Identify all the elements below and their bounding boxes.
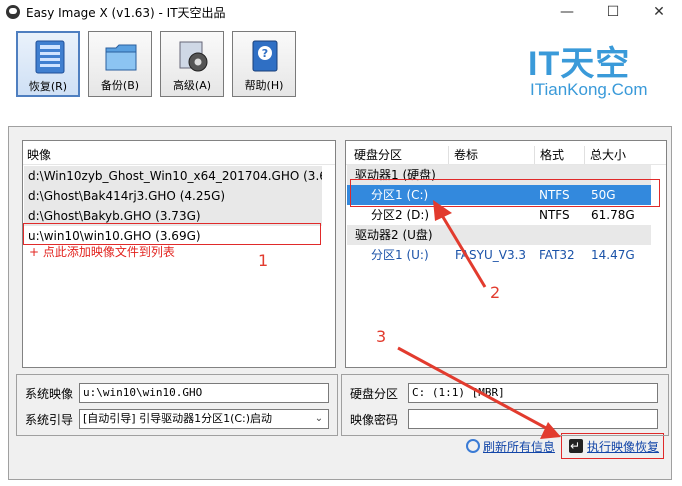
size-column-header: 总大小 bbox=[590, 148, 627, 162]
title-bar: Easy Image X (v1.63) - IT天空出品 — ☐ ✕ bbox=[0, 0, 682, 24]
image-list[interactable]: 映像 d:\Win10zyb_Ghost_Win10_x64_201704.GH… bbox=[22, 140, 336, 368]
column-divider bbox=[448, 146, 449, 164]
image-list-item[interactable]: d:\Ghost\Bak414rj3.GHO (4.25G) bbox=[24, 186, 322, 206]
image-list-header: 映像 bbox=[23, 141, 335, 165]
drive-name: 驱动器2 (U盘) bbox=[355, 228, 433, 242]
restore-button-label: 恢复(R) bbox=[28, 80, 68, 93]
partition-settings-group: 硬盘分区 C: (1:1) [MBR] 映像密码 bbox=[341, 374, 669, 436]
partition-name: 分区2 (D:) bbox=[371, 208, 430, 222]
execute-restore-button[interactable]: 执行映像恢复 bbox=[569, 436, 660, 457]
drive-group-row[interactable]: 驱动器2 (U盘) bbox=[347, 225, 651, 245]
partition-row[interactable]: 分区1 (U:) FASYU_V3.3 FAT32 14.47G bbox=[347, 245, 651, 265]
backup-button-label: 备份(B) bbox=[100, 79, 140, 92]
system-boot-dropdown[interactable]: [自动引导] 引导驱动器1分区1(C:)启动 ⌄ bbox=[79, 409, 329, 429]
partition-format: NTFS bbox=[539, 208, 570, 222]
close-button[interactable]: ✕ bbox=[636, 0, 682, 24]
help-button[interactable]: ? 帮助(H) bbox=[232, 31, 296, 97]
volume-label-column-header: 卷标 bbox=[454, 148, 479, 162]
system-boot-value: [自动引导] 引导驱动器1分区1(C:)启动 bbox=[83, 412, 273, 425]
toolbar: 恢复(R) 备份(B) 高级(A) ? 帮助(H) IT天空 ITianKong… bbox=[0, 24, 682, 110]
advanced-gear-icon bbox=[179, 41, 208, 72]
execute-restore-label: 执行映像恢复 bbox=[587, 440, 660, 454]
partition-size: 61.78G bbox=[591, 208, 635, 222]
maximize-button[interactable]: ☐ bbox=[590, 0, 636, 24]
annotation-number-3: 3 bbox=[376, 327, 387, 346]
advanced-button-label: 高级(A) bbox=[172, 79, 212, 92]
image-list-item[interactable]: d:\Win10zyb_Ghost_Win10_x64_201704.GHO (… bbox=[24, 166, 322, 186]
partition-list[interactable]: 硬盘分区 卷标 格式 总大小 驱动器1 (硬盘) 分区1 (C:) NTFS 5… bbox=[345, 140, 667, 368]
it-tiankong-logo: IT天空 ITianKong.Com bbox=[528, 36, 678, 108]
highlight-box-partition bbox=[350, 179, 660, 207]
partition-volume-label: FASYU_V3.3 bbox=[455, 248, 527, 262]
partition-format: FAT32 bbox=[539, 248, 575, 262]
system-image-field[interactable]: u:\win10\win10.GHO bbox=[79, 383, 329, 403]
column-divider bbox=[534, 146, 535, 164]
add-image-link[interactable]: + 点此添加映像文件到列表 bbox=[29, 243, 175, 260]
app-icon bbox=[6, 5, 20, 19]
chevron-down-icon: ⌄ bbox=[314, 413, 324, 424]
enter-icon bbox=[569, 436, 583, 456]
disk-partition-label: 硬盘分区 bbox=[350, 387, 399, 401]
logo-main-text: IT天空 bbox=[528, 45, 631, 83]
window-title: Easy Image X (v1.63) - IT天空出品 bbox=[26, 6, 226, 20]
refresh-info-button[interactable]: 刷新所有信息 bbox=[466, 437, 555, 457]
backup-button[interactable]: 备份(B) bbox=[88, 31, 152, 97]
restore-button[interactable]: 恢复(R) bbox=[16, 31, 80, 97]
column-divider bbox=[584, 146, 585, 164]
annotation-number-2: 2 bbox=[490, 283, 501, 302]
partition-size: 14.47G bbox=[591, 248, 635, 262]
annotation-number-1: 1 bbox=[258, 251, 269, 270]
partition-list-header: 硬盘分区 卷标 格式 总大小 bbox=[346, 141, 666, 165]
image-settings-group: 系统映像 u:\win10\win10.GHO 系统引导 [自动引导] 引导驱动… bbox=[16, 374, 338, 436]
minimize-button[interactable]: — bbox=[544, 0, 590, 24]
restore-icon bbox=[35, 40, 65, 74]
image-password-field[interactable] bbox=[408, 409, 658, 429]
backup-folder-icon bbox=[105, 44, 137, 71]
partition-name: 分区1 (U:) bbox=[371, 248, 429, 262]
help-book-icon: ? bbox=[252, 40, 278, 72]
help-button-label: 帮助(H) bbox=[244, 79, 284, 92]
system-boot-label: 系统引导 bbox=[25, 413, 74, 427]
partition-row[interactable]: 分区2 (D:) NTFS 61.78G bbox=[347, 205, 651, 225]
highlight-box-image bbox=[23, 223, 321, 245]
refresh-icon bbox=[466, 439, 480, 453]
system-image-label: 系统映像 bbox=[25, 387, 74, 401]
image-column-header: 映像 bbox=[27, 148, 52, 162]
image-password-label: 映像密码 bbox=[350, 413, 399, 427]
partition-column-header: 硬盘分区 bbox=[354, 148, 403, 162]
advanced-button[interactable]: 高级(A) bbox=[160, 31, 224, 97]
format-column-header: 格式 bbox=[540, 148, 565, 162]
svg-text:?: ? bbox=[262, 47, 268, 60]
logo-sub-text: ITianKong.Com bbox=[530, 80, 648, 99]
disk-partition-field[interactable]: C: (1:1) [MBR] bbox=[408, 383, 658, 403]
refresh-info-label: 刷新所有信息 bbox=[483, 440, 556, 454]
